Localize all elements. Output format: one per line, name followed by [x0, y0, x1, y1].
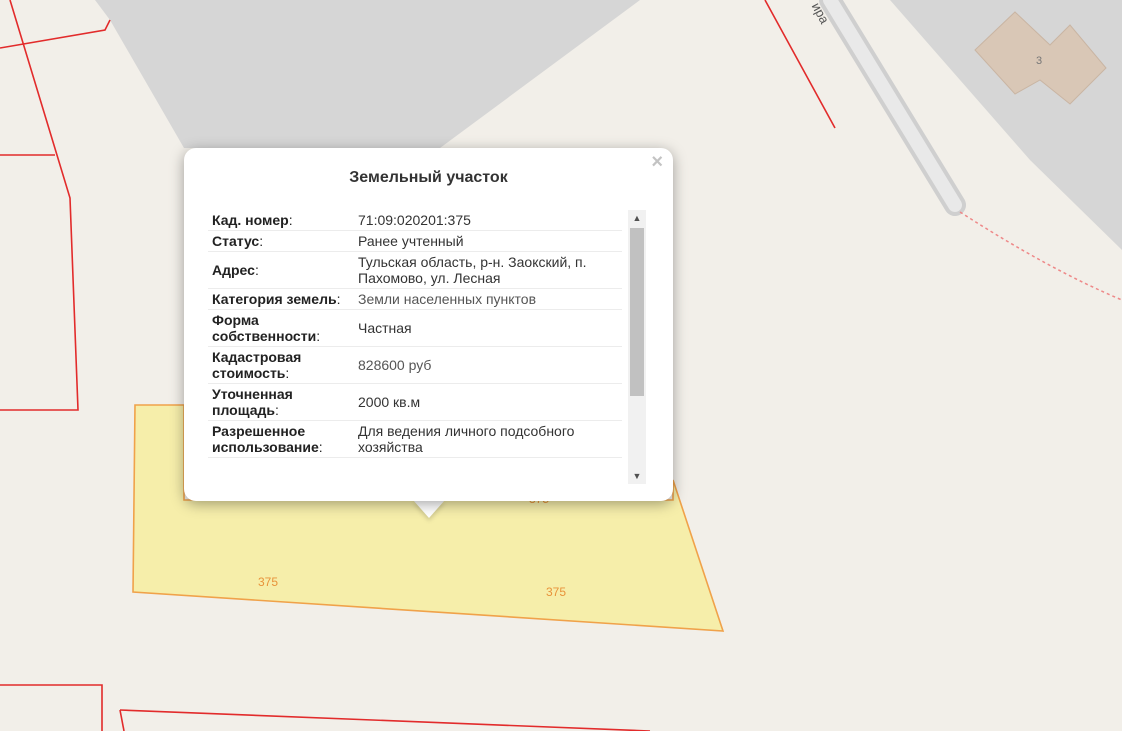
popup-title: Земельный участок	[349, 169, 508, 186]
table-row: Кад. номер: 71:09:020201:375	[208, 210, 622, 231]
parcel-info-popup: × Земельный участок Кад. номер: 71:09:02…	[184, 148, 673, 501]
row-value: Для ведения личного подсобного хозяйства	[354, 420, 622, 458]
table-row: Разрешенное использование: Для ведения л…	[208, 420, 622, 458]
row-key: Адрес:	[208, 251, 354, 289]
table-row: Статус: Ранее учтенный	[208, 230, 622, 252]
row-value: 2000 кв.м	[354, 383, 622, 421]
info-table-container[interactable]: Кад. номер: 71:09:020201:375 Статус: Ран…	[208, 210, 626, 484]
row-key: Кадастровая стоимость:	[208, 346, 354, 384]
row-value: Земли населенных пунктов	[354, 288, 622, 310]
row-value: 71:09:020201:375	[354, 210, 622, 231]
parcel-label: 375	[546, 585, 567, 599]
row-key: Кад. номер:	[208, 210, 354, 231]
info-table: Кад. номер: 71:09:020201:375 Статус: Ран…	[208, 210, 622, 458]
scroll-thumb[interactable]	[630, 228, 644, 396]
table-row: Адрес: Тульская область, р-н. Заокский, …	[208, 251, 622, 289]
row-value: Ранее учтенный	[354, 230, 622, 252]
popup-tip	[413, 500, 445, 518]
table-row: Уточненная площадь: 2000 кв.м	[208, 383, 622, 421]
row-value: Частная	[354, 309, 622, 347]
row-key: Категория земель:	[208, 288, 354, 310]
table-row: Кадастровая стоимость: 828600 руб	[208, 346, 622, 384]
parcel-label: 375	[258, 575, 279, 589]
row-key: Статус:	[208, 230, 354, 252]
scrollbar[interactable]: ▲ ▼	[628, 210, 646, 484]
scroll-up-arrow-icon[interactable]: ▲	[628, 210, 646, 226]
scroll-down-arrow-icon[interactable]: ▼	[628, 468, 646, 484]
row-key: Форма собственности:	[208, 309, 354, 347]
row-key: Разрешенное использование:	[208, 420, 354, 458]
building-label: 3	[1036, 55, 1043, 67]
row-value: 828600 руб	[354, 346, 622, 384]
table-row: Форма собственности: Частная	[208, 309, 622, 347]
row-key: Уточненная площадь:	[208, 383, 354, 421]
table-row: Категория земель: Земли населенных пункт…	[208, 288, 622, 310]
row-value: Тульская область, р-н. Заокский, п. Пахо…	[354, 251, 622, 289]
gray-area	[95, 0, 640, 148]
